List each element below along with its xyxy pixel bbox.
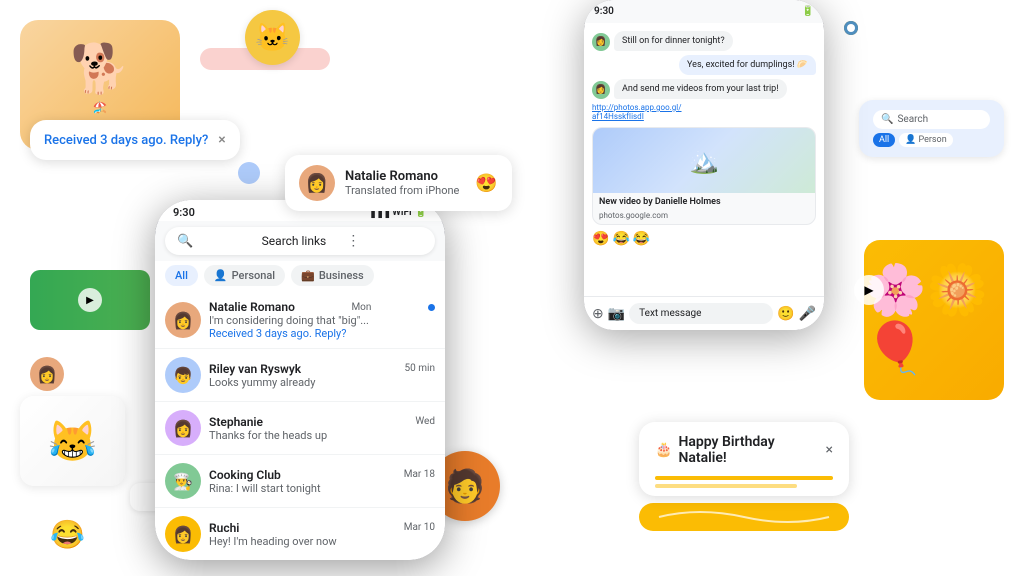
preview-image: 🏔️ [593,128,815,193]
photos-filter-all[interactable]: All [873,133,895,147]
chat-list: 👩 Natalie Romano Mon I'm considering doi… [155,292,445,560]
google-photos-logo[interactable] [833,10,869,46]
more-options-icon[interactable]: ⋮ [346,233,423,249]
laughing-emoji: 😂 [50,518,85,551]
natalie-emoji: 😍 [475,173,497,194]
message-received: 👩 Still on for dinner tonight? [592,31,816,51]
avatar-tiny-2: 👩 [592,81,610,99]
natalie-avatar: 👩 [299,165,335,201]
right-status-bar: 9:30 🔋 [584,0,824,23]
card-photos: 🔍 Search All 👤 Person [859,100,1004,157]
list-item[interactable]: 👨‍🍳 Cooking Club Mar 18 Rina: I will sta… [155,455,445,508]
mic-icon[interactable]: 🎤 [799,306,816,322]
avatar-person-left: 👩 [30,357,64,391]
birthday-card-title: 🎂 Happy Birthday Natalie! [655,434,826,466]
add-icon[interactable]: ⊕ [592,306,604,322]
search-icon: 🔍 [177,234,254,249]
search-icon-small: 🔍 [881,114,893,125]
phone-right-inner: 9:30 🔋 👩 Still on for dinner tonight? Ye… [584,0,824,330]
link-preview: 🏔️ New video by Danielle Holmes photos.g… [592,127,816,225]
card-cat-bottom: 😹 [20,396,125,486]
bubble-reply[interactable]: Received 3 days ago. Reply? × [30,120,240,160]
birthday-emoji: 🎂 [655,442,672,458]
photos-filter-row: All 👤 Person [873,133,990,147]
chat-bubble-2: And send me videos from your last trip! [614,79,787,99]
chat-bubble: Still on for dinner tonight? [614,31,733,51]
list-item[interactable]: 👦 Riley van Ryswyk 50 min Looks yummy al… [155,349,445,402]
natalie-name: Natalie Romano [345,169,459,184]
tab-personal[interactable]: 👤 Personal [204,265,285,286]
birthday-decoration-line [655,476,833,480]
bubble-reply-text: Received 3 days ago. Reply? [44,133,208,148]
video-strip[interactable]: ▶ [30,270,150,330]
deco-circle [238,162,260,184]
message-received-2: 👩 And send me videos from your last trip… [592,79,816,99]
deco-flowers: 🌸🌼🎈 [864,240,1004,400]
avatar: 👩 [165,302,201,338]
link-url[interactable]: http://photos.app.goo.gl/af14HsskfIisdI [592,103,816,121]
camera-icon[interactable]: 📷 [608,306,625,322]
avatar: 👩 [165,410,201,446]
avatar-tiny: 👩 [592,33,610,51]
photos-search-text: Search [897,114,928,125]
phone-main-inner: 9:30 ▐▐▐ WiFi 🔋 🔍 Search links ⋮ All 👤 P… [155,200,445,560]
search-bar[interactable]: 🔍 Search links ⋮ [165,227,435,255]
avatar: 👩 [165,516,201,552]
birthday-card[interactable]: 🎂 Happy Birthday Natalie! × [639,422,849,496]
avatar: 👨‍🍳 [165,463,201,499]
message-sent: Yes, excited for dumplings! 🥟 [592,55,816,75]
preview-url: photos.google.com [593,211,815,224]
emoji-reactions[interactable]: 😍 😂 😂 [592,231,816,247]
play-icon[interactable]: ▶ [78,288,102,312]
list-item[interactable]: 👩 Ruchi Mar 10 Hey! I'm heading over now [155,508,445,560]
tab-business[interactable]: 💼 Business [291,265,374,286]
deco-yellow-pill [639,503,849,531]
photos-filter-person[interactable]: 👤 Person [899,133,952,147]
natalie-subtitle: Translated from iPhone [345,184,459,197]
tab-all[interactable]: All [165,265,198,286]
birthday-close-icon[interactable]: × [826,442,833,458]
avatar-cat-top: 🐱 [245,10,300,65]
search-text: Search links [262,234,339,248]
emoji-icon[interactable]: 🙂 [777,306,794,322]
avatar: 👦 [165,357,201,393]
filter-tabs: All 👤 Personal 💼 Business [155,261,445,292]
preview-title: New video by Danielle Holmes [593,193,815,211]
card-natalie[interactable]: 👩 Natalie Romano Translated from iPhone … [285,155,512,211]
message-input[interactable]: Text message [629,303,773,324]
photos-search-bar[interactable]: 🔍 Search [873,110,990,129]
phone-right: 9:30 🔋 👩 Still on for dinner tonight? Ye… [584,0,824,330]
play-button[interactable]: ▶ [854,275,884,305]
phone-main: 9:30 ▐▐▐ WiFi 🔋 🔍 Search links ⋮ All 👤 P… [155,200,445,560]
list-item[interactable]: 👩 Stephanie Wed Thanks for the heads up [155,402,445,455]
chat-input-bar: ⊕ 📷 Text message 🙂 🎤 [584,296,824,330]
chat-bubble-sent: Yes, excited for dumplings! 🥟 [679,55,816,75]
chat-messages: 👩 Still on for dinner tonight? Yes, exci… [584,23,824,296]
list-item[interactable]: 👩 Natalie Romano Mon I'm considering doi… [155,292,445,349]
status-time: 9:30 [173,206,195,219]
close-icon[interactable]: × [218,132,225,148]
unread-dot [428,304,435,311]
